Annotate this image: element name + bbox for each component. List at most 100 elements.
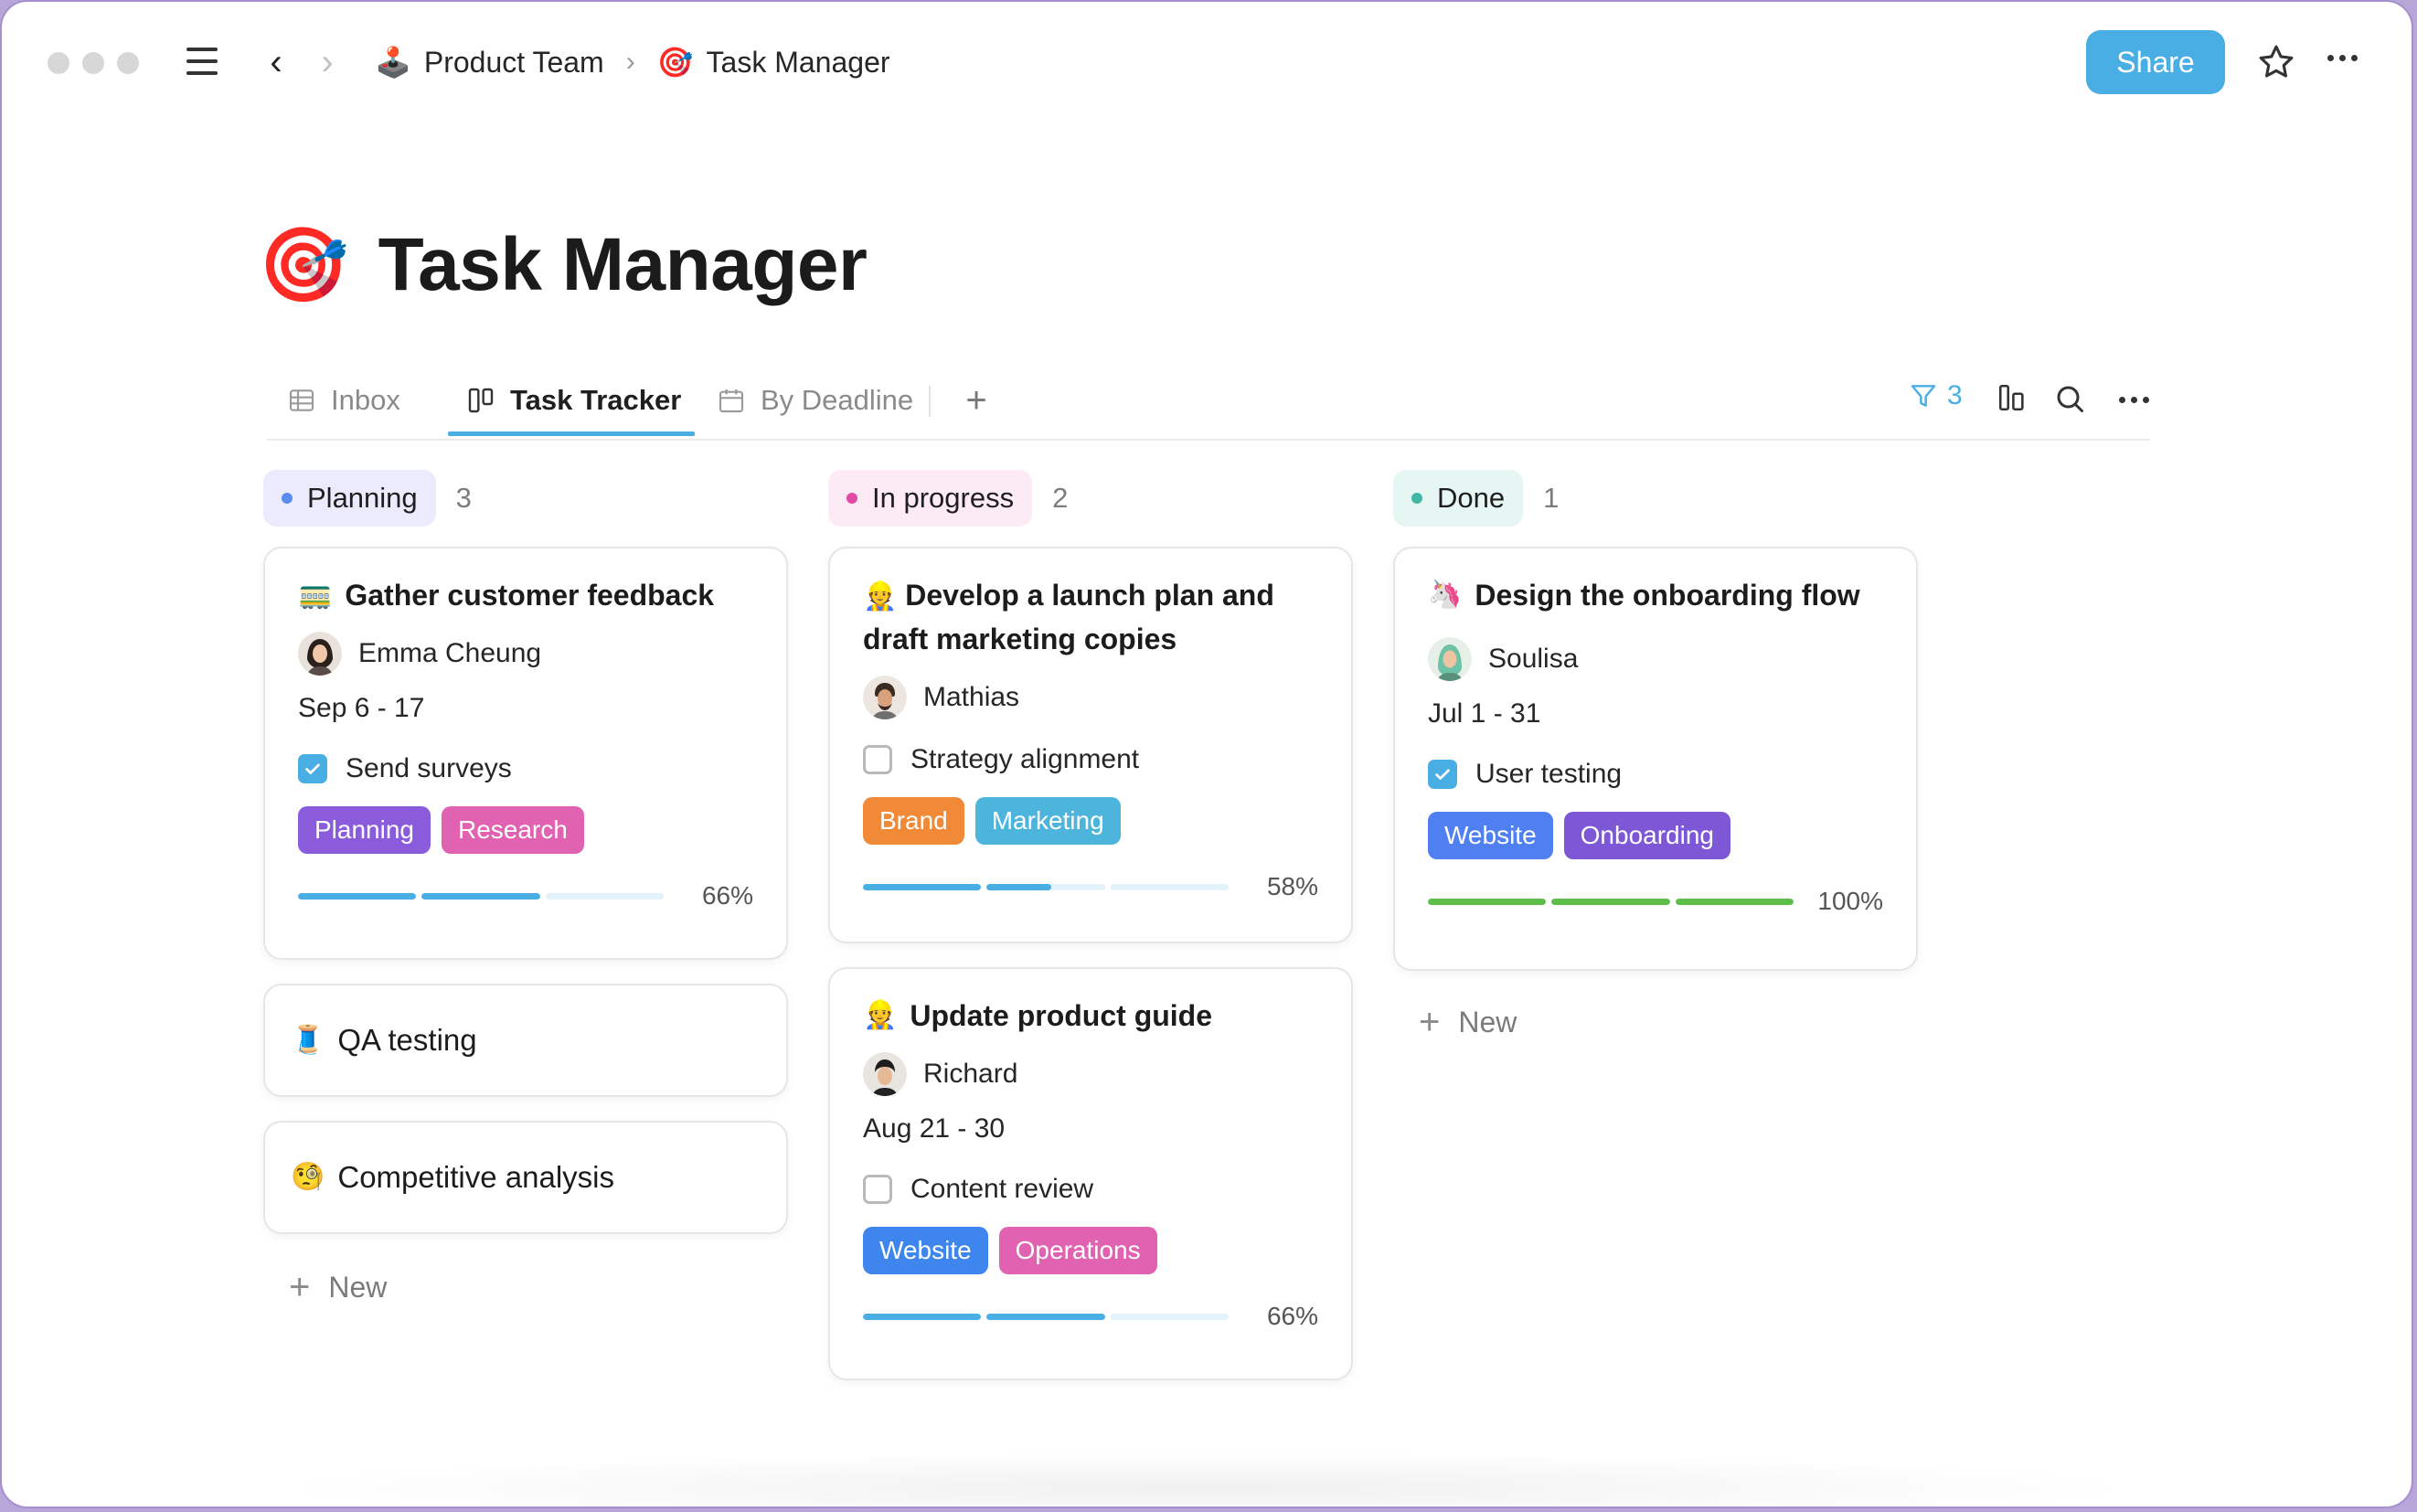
- checklist-item[interactable]: Strategy alignment: [863, 740, 1318, 779]
- tab-label: By Deadline: [761, 384, 914, 416]
- status-label: Done: [1437, 482, 1506, 514]
- avatar: [1428, 637, 1472, 681]
- assignee-name: Mathias: [923, 682, 1020, 712]
- tag-marketing[interactable]: Marketing: [974, 797, 1121, 845]
- status-pill-done[interactable]: Done: [1393, 470, 1524, 527]
- breadcrumb-item-product-team[interactable]: 🕹️ Product Team: [375, 45, 604, 80]
- card-title: Competitive analysis: [337, 1160, 614, 1194]
- progress-row: 100%: [1428, 883, 1883, 920]
- task-card[interactable]: 👷 Develop a launch plan and draft market…: [828, 547, 1353, 943]
- thread-spool-icon: 🧵: [291, 1025, 325, 1055]
- task-card[interactable]: 🧐 Competitive analysis: [263, 1121, 788, 1234]
- assignee-name: Richard: [923, 1059, 1018, 1089]
- breadcrumb: 🕹️ Product Team › 🎯 Task Manager: [375, 38, 890, 86]
- tag-planning[interactable]: Planning: [298, 806, 431, 854]
- card-title: Design the onboarding flow: [1475, 579, 1860, 612]
- column-count: 1: [1543, 482, 1560, 514]
- card-title: QA testing: [337, 1023, 477, 1057]
- status-pill-in-progress[interactable]: In progress: [828, 470, 1033, 527]
- tab-label: Inbox: [331, 384, 400, 416]
- checklist-label: Send surveys: [346, 753, 512, 783]
- checklist-item[interactable]: User testing: [1428, 755, 1883, 793]
- filter-button[interactable]: 3: [1909, 380, 1963, 411]
- view-tabs: Inbox Task Tracker By Deadline + 3: [267, 367, 2150, 441]
- assignee[interactable]: Emma Cheung: [298, 631, 753, 676]
- more-icon[interactable]: [2119, 397, 2149, 403]
- joystick-icon: 🕹️: [375, 46, 411, 79]
- close-window-button[interactable]: [48, 52, 69, 74]
- new-card-button[interactable]: + New: [263, 1260, 788, 1315]
- star-icon[interactable]: [2256, 42, 2296, 82]
- tag-brand[interactable]: Brand: [863, 797, 964, 845]
- progress-row: 58%: [863, 868, 1318, 905]
- tag-website[interactable]: Website: [863, 1227, 988, 1274]
- checkbox-unchecked[interactable]: [863, 745, 892, 774]
- checklist-label: Content review: [910, 1174, 1094, 1204]
- tag-website[interactable]: Website: [1428, 812, 1553, 859]
- calendar-icon: [719, 389, 744, 413]
- checklist-label: Strategy alignment: [910, 744, 1140, 774]
- target-icon: 🎯: [258, 224, 349, 305]
- assignee[interactable]: Mathias: [863, 675, 1318, 720]
- tab-label: Task Tracker: [510, 384, 682, 416]
- board-column-in-progress: In progress 2 👷 Develop a launch plan an…: [828, 470, 1353, 1380]
- filter-count: 3: [1947, 380, 1963, 410]
- checklist-item[interactable]: Content review: [863, 1170, 1318, 1209]
- new-card-button[interactable]: + New: [1393, 995, 1918, 1049]
- date-range: Jul 1 - 31: [1428, 698, 1541, 729]
- search-icon[interactable]: [2053, 382, 2086, 420]
- progress-percent: 58%: [1266, 872, 1318, 900]
- checkbox-checked[interactable]: [298, 754, 327, 783]
- filter-icon: [1911, 385, 1936, 407]
- checkbox-checked[interactable]: [1428, 760, 1457, 789]
- tag-onboarding[interactable]: Onboarding: [1563, 812, 1730, 859]
- table-icon: [289, 389, 314, 411]
- progress-bar: [863, 883, 1229, 890]
- chevron-right-icon[interactable]: ›: [309, 42, 346, 82]
- status-pill-planning[interactable]: Planning: [263, 470, 436, 527]
- assignee[interactable]: Richard: [863, 1051, 1318, 1097]
- new-label: New: [1458, 1005, 1517, 1038]
- task-card[interactable]: 🚃 Gather customer feedback Emma Cheung S…: [263, 547, 788, 960]
- hamburger-icon[interactable]: [186, 48, 218, 75]
- minimize-window-button[interactable]: [82, 52, 104, 74]
- page-title: Task Manager: [378, 223, 868, 306]
- tag-operations[interactable]: Operations: [998, 1227, 1157, 1274]
- zoom-window-button[interactable]: [117, 52, 139, 74]
- chevron-left-icon[interactable]: ‹: [258, 42, 294, 82]
- status-label: Planning: [307, 482, 418, 514]
- construction-worker-icon: 👷: [863, 1000, 898, 1030]
- checkbox-unchecked[interactable]: [863, 1175, 892, 1204]
- assignee-name: Emma Cheung: [358, 638, 542, 668]
- new-label: New: [328, 1270, 388, 1304]
- checklist-label: User testing: [1475, 759, 1623, 789]
- share-button[interactable]: Share: [2086, 30, 2225, 94]
- avatar: [863, 1052, 907, 1096]
- progress-percent: 100%: [1817, 887, 1883, 915]
- tag-research[interactable]: Research: [441, 806, 584, 854]
- board-column-planning: Planning 3 🚃 Gather customer feedback Em…: [263, 470, 788, 1315]
- tab-inbox[interactable]: Inbox: [287, 375, 400, 426]
- tag-list: Website Onboarding: [1428, 812, 1883, 859]
- tab-divider: [929, 386, 931, 417]
- add-view-button[interactable]: +: [949, 375, 1004, 426]
- tab-task-tracker[interactable]: Task Tracker: [466, 375, 681, 426]
- avatar: [863, 676, 907, 719]
- tab-by-deadline[interactable]: By Deadline: [717, 375, 913, 426]
- layout-icon[interactable]: [1996, 382, 2028, 418]
- checklist-item[interactable]: Send surveys: [298, 750, 753, 788]
- task-card[interactable]: 👷 Update product guide Richard Aug 21 - …: [828, 967, 1353, 1380]
- breadcrumb-label: Task Manager: [706, 45, 890, 79]
- status-dot: [846, 493, 857, 504]
- breadcrumb-item-task-manager[interactable]: 🎯 Task Manager: [657, 45, 890, 80]
- active-tab-indicator: [448, 431, 695, 436]
- bottom-shadow: [258, 1452, 2156, 1507]
- more-icon[interactable]: [2327, 55, 2358, 61]
- task-card[interactable]: 🧵 QA testing: [263, 984, 788, 1097]
- task-card[interactable]: 🦄 Design the onboarding flow Soulisa Jul…: [1393, 547, 1918, 971]
- assignee[interactable]: Soulisa: [1428, 636, 1883, 682]
- avatar: [298, 632, 342, 676]
- column-count: 2: [1052, 482, 1069, 514]
- status-label: In progress: [872, 482, 1015, 514]
- assignee-name: Soulisa: [1488, 644, 1579, 674]
